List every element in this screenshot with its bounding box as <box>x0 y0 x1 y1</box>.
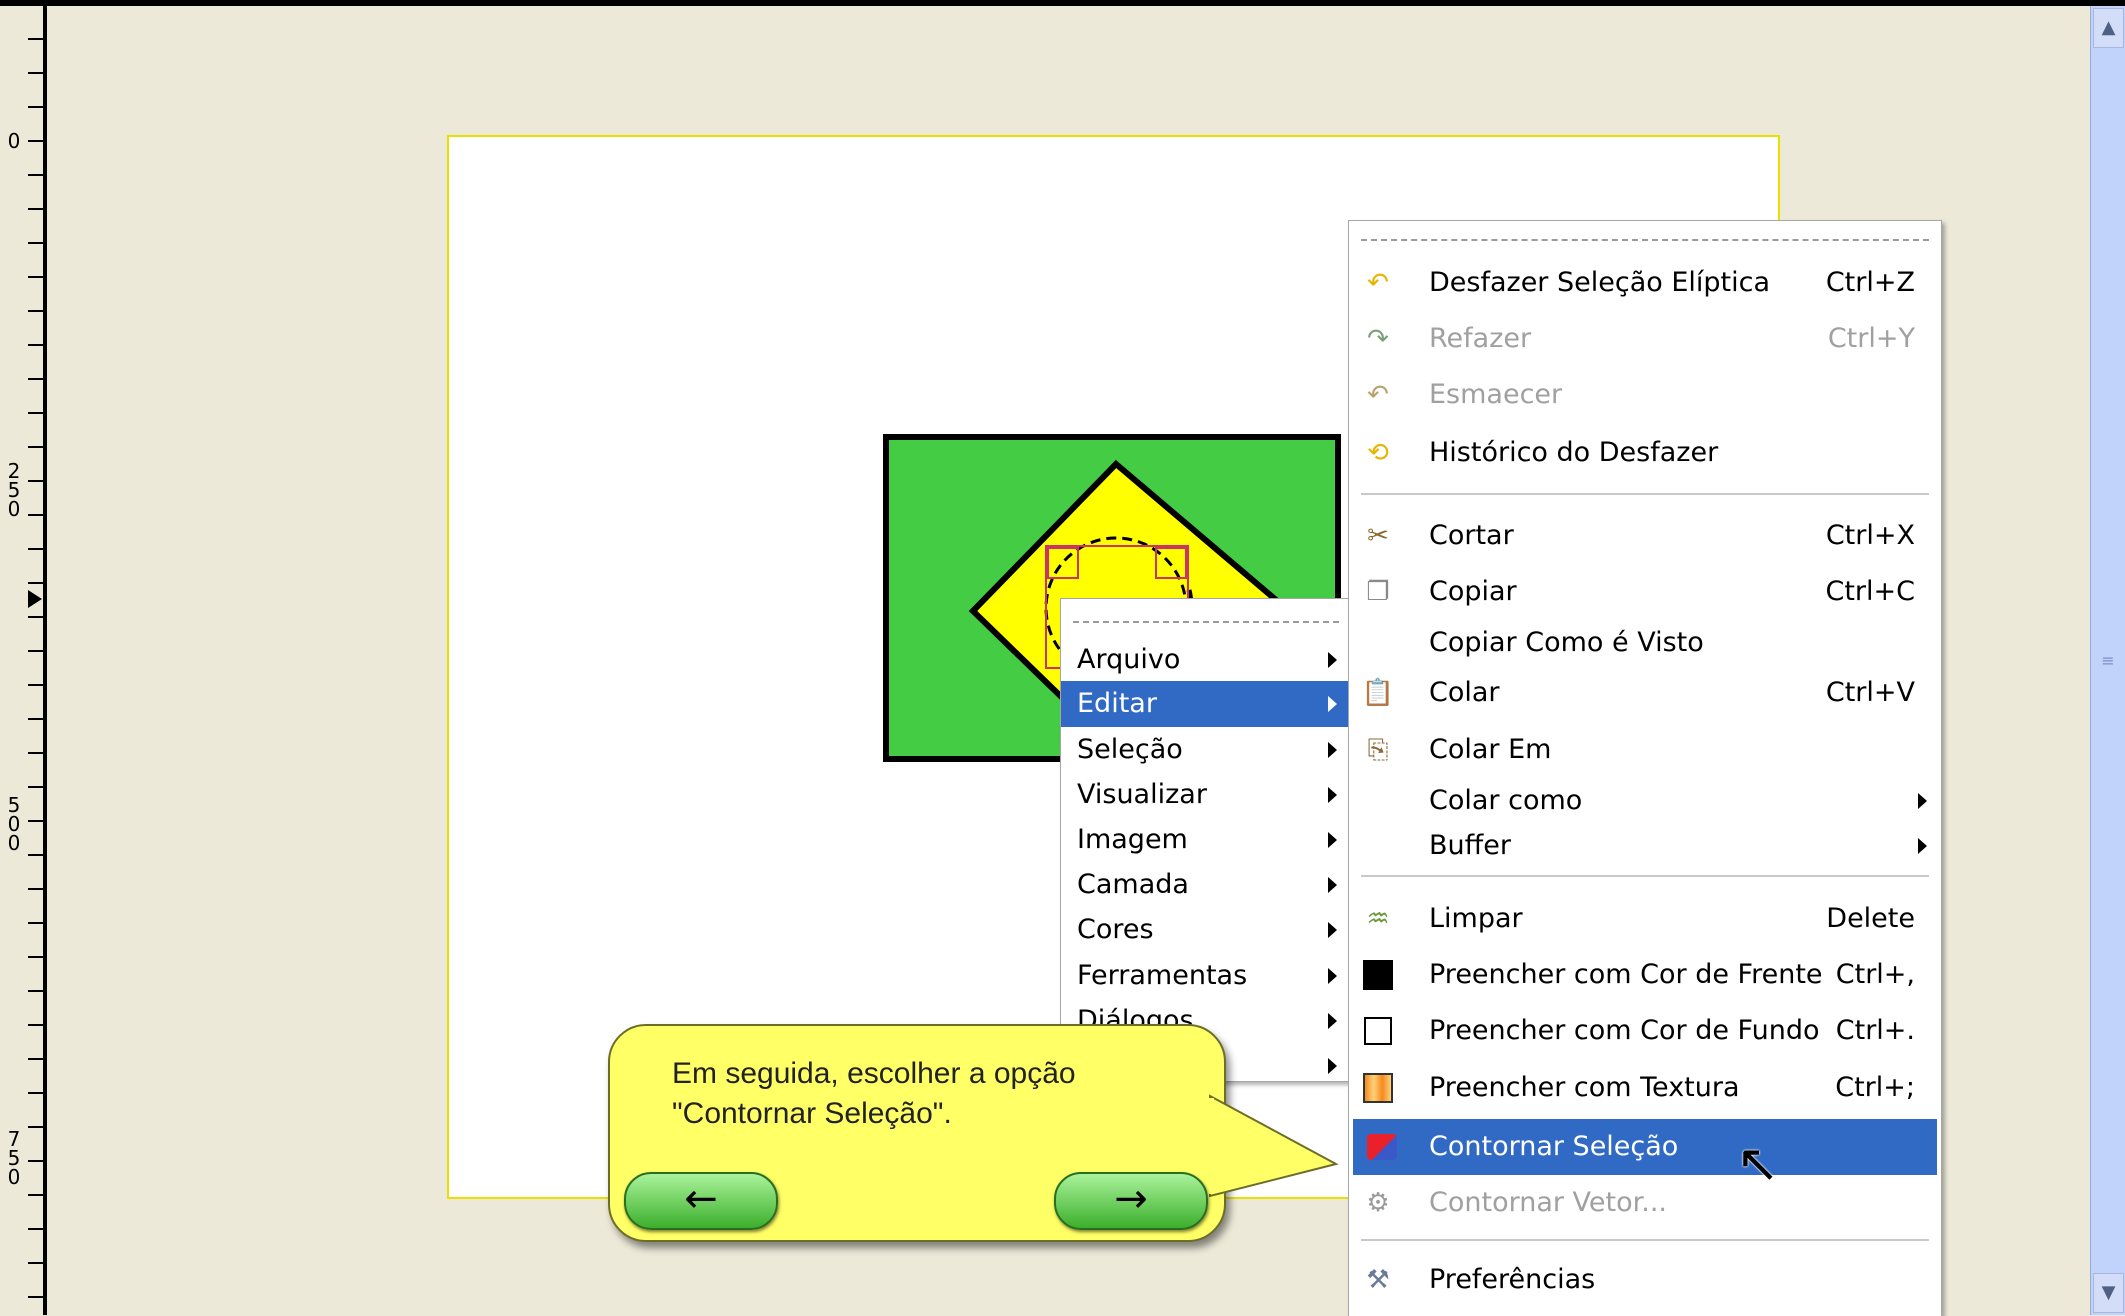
tutorial-text: Em seguida, escolher a opção "Contornar … <box>672 1057 1076 1130</box>
callout-pointer <box>1206 1094 1339 1198</box>
menu-item-stroke-path[interactable]: ⚙ Contornar Vetor... <box>1349 1180 1941 1226</box>
submenu-arrow-icon <box>1328 696 1337 712</box>
menu-item-editar[interactable]: Editar <box>1061 681 1351 727</box>
menu-tearoff[interactable] <box>1073 621 1339 623</box>
paste-icon: 📋 <box>1361 678 1395 708</box>
menu-separator <box>1361 1239 1929 1241</box>
menu-item-copy-visible[interactable]: Copiar Como é Visto <box>1349 620 1941 666</box>
fade-icon: ↶ <box>1367 380 1389 410</box>
fill-background-icon <box>1363 1016 1393 1046</box>
ruler-label-750: 7 5 0 <box>7 1127 21 1189</box>
menu-item-stroke-selection[interactable]: Contornar Seleção <box>1353 1119 1937 1175</box>
menu-item-redo[interactable]: ↷ Refazer Ctrl+Y <box>1349 316 1941 362</box>
next-step-button[interactable]: → <box>1054 1172 1208 1230</box>
menu-item-ferramentas[interactable]: Ferramentas <box>1061 953 1351 999</box>
ruler-label-250: 2 5 0 <box>7 459 21 521</box>
mouse-pointer-icon: ↖ <box>1736 1134 1780 1194</box>
menu-item-undo-history[interactable]: ⟲ Histórico do Desfazer <box>1349 430 1941 476</box>
submenu-arrow-icon <box>1918 793 1927 809</box>
clear-icon: ♒ <box>1366 904 1390 934</box>
menu-separator <box>1361 493 1929 495</box>
paste-into-icon: ⎘ <box>1367 735 1389 765</box>
menu-item-visualizar[interactable]: Visualizar <box>1061 772 1351 818</box>
edit-submenu: ↶ Desfazer Seleção Elíptica Ctrl+Z ↷ Refa… <box>1348 220 1942 1316</box>
menu-item-buffer[interactable]: Buffer <box>1349 823 1941 869</box>
menu-item-camada[interactable]: Camada <box>1061 862 1351 908</box>
preferences-icon: ⚒ <box>1366 1265 1390 1295</box>
submenu-arrow-icon <box>1328 652 1337 668</box>
tutorial-callout: Em seguida, escolher a opção "Contornar … <box>608 1024 1339 1242</box>
undo-history-icon: ⟲ <box>1367 438 1389 468</box>
submenu-arrow-icon <box>1328 968 1337 984</box>
menu-item-fill-pattern[interactable]: Preencher com Textura Ctrl+; <box>1349 1065 1941 1111</box>
menu-item-imagem[interactable]: Imagem <box>1061 817 1351 863</box>
fill-foreground-icon <box>1363 960 1393 990</box>
fill-pattern-icon <box>1363 1073 1393 1103</box>
menu-item-selecao[interactable]: Seleção <box>1061 727 1351 773</box>
scroll-up-button[interactable]: ▲ <box>2093 8 2124 48</box>
ruler-position-marker <box>28 590 42 608</box>
menu-item-fill-foreground[interactable]: Preencher com Cor de Frente Ctrl+, <box>1349 952 1941 998</box>
submenu-arrow-icon <box>1328 832 1337 848</box>
menu-item-cut[interactable]: ✂ Cortar Ctrl+X <box>1349 513 1941 559</box>
submenu-arrow-icon <box>1328 1058 1337 1074</box>
menu-item-copy[interactable]: ❐ Copiar Ctrl+C <box>1349 569 1941 615</box>
redo-icon: ↷ <box>1367 324 1389 354</box>
submenu-arrow-icon <box>1328 877 1337 893</box>
submenu-tearoff[interactable] <box>1361 239 1929 241</box>
submenu-arrow-icon <box>1328 742 1337 758</box>
menu-item-paste-as[interactable]: Colar como <box>1349 778 1941 824</box>
menu-item-arquivo[interactable]: Arquivo <box>1061 637 1351 683</box>
menu-item-undo[interactable]: ↶ Desfazer Seleção Elíptica Ctrl+Z <box>1349 260 1941 306</box>
menu-item-paste-into[interactable]: ⎘ Colar Em <box>1349 727 1941 773</box>
stroke-selection-icon <box>1367 1132 1397 1162</box>
scroll-down-button[interactable]: ▼ <box>2093 1273 2124 1313</box>
submenu-arrow-icon <box>1328 922 1337 938</box>
menu-item-clear[interactable]: ♒ Limpar Delete <box>1349 896 1941 942</box>
ruler-label-500: 5 0 0 <box>7 793 21 855</box>
menu-item-paste[interactable]: 📋 Colar Ctrl+V <box>1349 670 1941 716</box>
vertical-scrollbar[interactable]: ▲ ≡ ▼ <box>2090 6 2125 1315</box>
undo-icon: ↶ <box>1367 268 1389 298</box>
menu-item-fade[interactable]: ↶ Esmaecer <box>1349 372 1941 418</box>
submenu-arrow-icon <box>1328 787 1337 803</box>
menu-item-fill-background[interactable]: Preencher com Cor de Fundo Ctrl+. <box>1349 1008 1941 1054</box>
menu-separator <box>1361 875 1929 877</box>
stroke-path-icon: ⚙ <box>1366 1188 1390 1218</box>
copy-icon: ❐ <box>1366 577 1390 607</box>
previous-step-button[interactable]: ← <box>624 1172 778 1230</box>
scissors-icon: ✂ <box>1367 521 1389 551</box>
menu-item-preferences[interactable]: ⚒ Preferências <box>1349 1257 1941 1303</box>
submenu-arrow-icon <box>1918 838 1927 854</box>
submenu-arrow-icon <box>1328 1013 1337 1029</box>
scroll-grip-icon[interactable]: ≡ <box>2096 651 2120 670</box>
image-context-menu: Arquivo Editar Seleção Visualizar Imagem… <box>1060 598 1352 1082</box>
vertical-ruler[interactable]: 0 2 5 0 5 0 0 7 5 0 <box>0 6 47 1315</box>
menu-item-cores[interactable]: Cores <box>1061 907 1351 953</box>
ruler-label-0: 0 <box>7 129 21 153</box>
